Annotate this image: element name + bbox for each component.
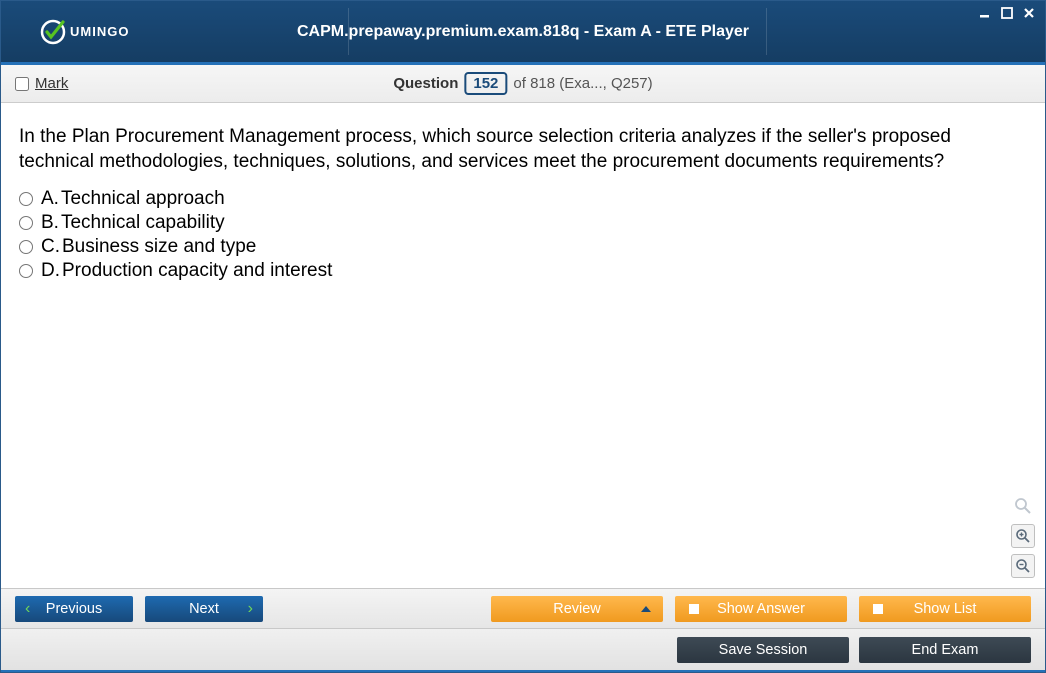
question-text: In the Plan Procurement Management proce… <box>19 125 1027 174</box>
content-area: In the Plan Procurement Management proce… <box>1 103 1045 588</box>
question-position: Question 152 of 818 (Exa..., Q257) <box>393 72 652 95</box>
options-list: A. Technical approach B. Technical capab… <box>19 188 1027 282</box>
zoom-out-button[interactable] <box>1011 554 1035 578</box>
window-controls <box>977 5 1037 21</box>
option-b[interactable]: B. Technical capability <box>19 212 1027 234</box>
previous-button[interactable]: ‹ Previous <box>15 596 133 622</box>
option-b-radio[interactable] <box>19 216 33 230</box>
end-exam-button[interactable]: End Exam <box>859 637 1031 663</box>
zoom-in-icon <box>1015 528 1031 544</box>
app-logo: UMINGO <box>39 18 129 46</box>
triangle-up-icon <box>641 606 651 612</box>
title-bar: UMINGO CAPM.prepaway.premium.exam.818q -… <box>1 1 1045 65</box>
mark-checkbox[interactable]: Mark <box>15 75 68 92</box>
minimize-button[interactable] <box>977 5 993 21</box>
session-toolbar: Save Session End Exam <box>1 628 1045 672</box>
logo-check-icon <box>39 18 67 46</box>
zoom-reset-button[interactable] <box>1011 494 1035 518</box>
question-label: Question <box>393 75 458 92</box>
option-a[interactable]: A. Technical approach <box>19 188 1027 210</box>
zoom-controls <box>1011 494 1035 578</box>
magnifier-icon <box>1014 497 1032 515</box>
question-number-input[interactable]: 152 <box>464 72 507 95</box>
maximize-button[interactable] <box>999 5 1015 21</box>
chevron-left-icon: ‹ <box>25 600 30 618</box>
close-button[interactable] <box>1021 5 1037 21</box>
option-c[interactable]: C. Business size and type <box>19 236 1027 258</box>
zoom-in-button[interactable] <box>1011 524 1035 548</box>
question-total: of 818 (Exa..., Q257) <box>513 75 652 92</box>
zoom-out-icon <box>1015 558 1031 574</box>
window-title: CAPM.prepaway.premium.exam.818q - Exam A… <box>297 23 749 41</box>
option-d[interactable]: D. Production capacity and interest <box>19 260 1027 282</box>
show-list-button[interactable]: Show List <box>859 596 1031 622</box>
app-window: UMINGO CAPM.prepaway.premium.exam.818q -… <box>0 0 1046 673</box>
mark-checkbox-input[interactable] <box>15 77 29 91</box>
chevron-right-icon: › <box>248 600 253 618</box>
review-button[interactable]: Review <box>491 596 663 622</box>
nav-toolbar: ‹ Previous Next › Review Show Answer Sho… <box>1 588 1045 628</box>
option-d-radio[interactable] <box>19 264 33 278</box>
logo-text: UMINGO <box>70 24 129 39</box>
save-session-button[interactable]: Save Session <box>677 637 849 663</box>
question-header: Mark Question 152 of 818 (Exa..., Q257) <box>1 65 1045 103</box>
option-c-radio[interactable] <box>19 240 33 254</box>
stop-icon <box>873 604 883 614</box>
show-answer-button[interactable]: Show Answer <box>675 596 847 622</box>
mark-label: Mark <box>35 75 68 92</box>
option-a-radio[interactable] <box>19 192 33 206</box>
next-button[interactable]: Next › <box>145 596 263 622</box>
stop-icon <box>689 604 699 614</box>
